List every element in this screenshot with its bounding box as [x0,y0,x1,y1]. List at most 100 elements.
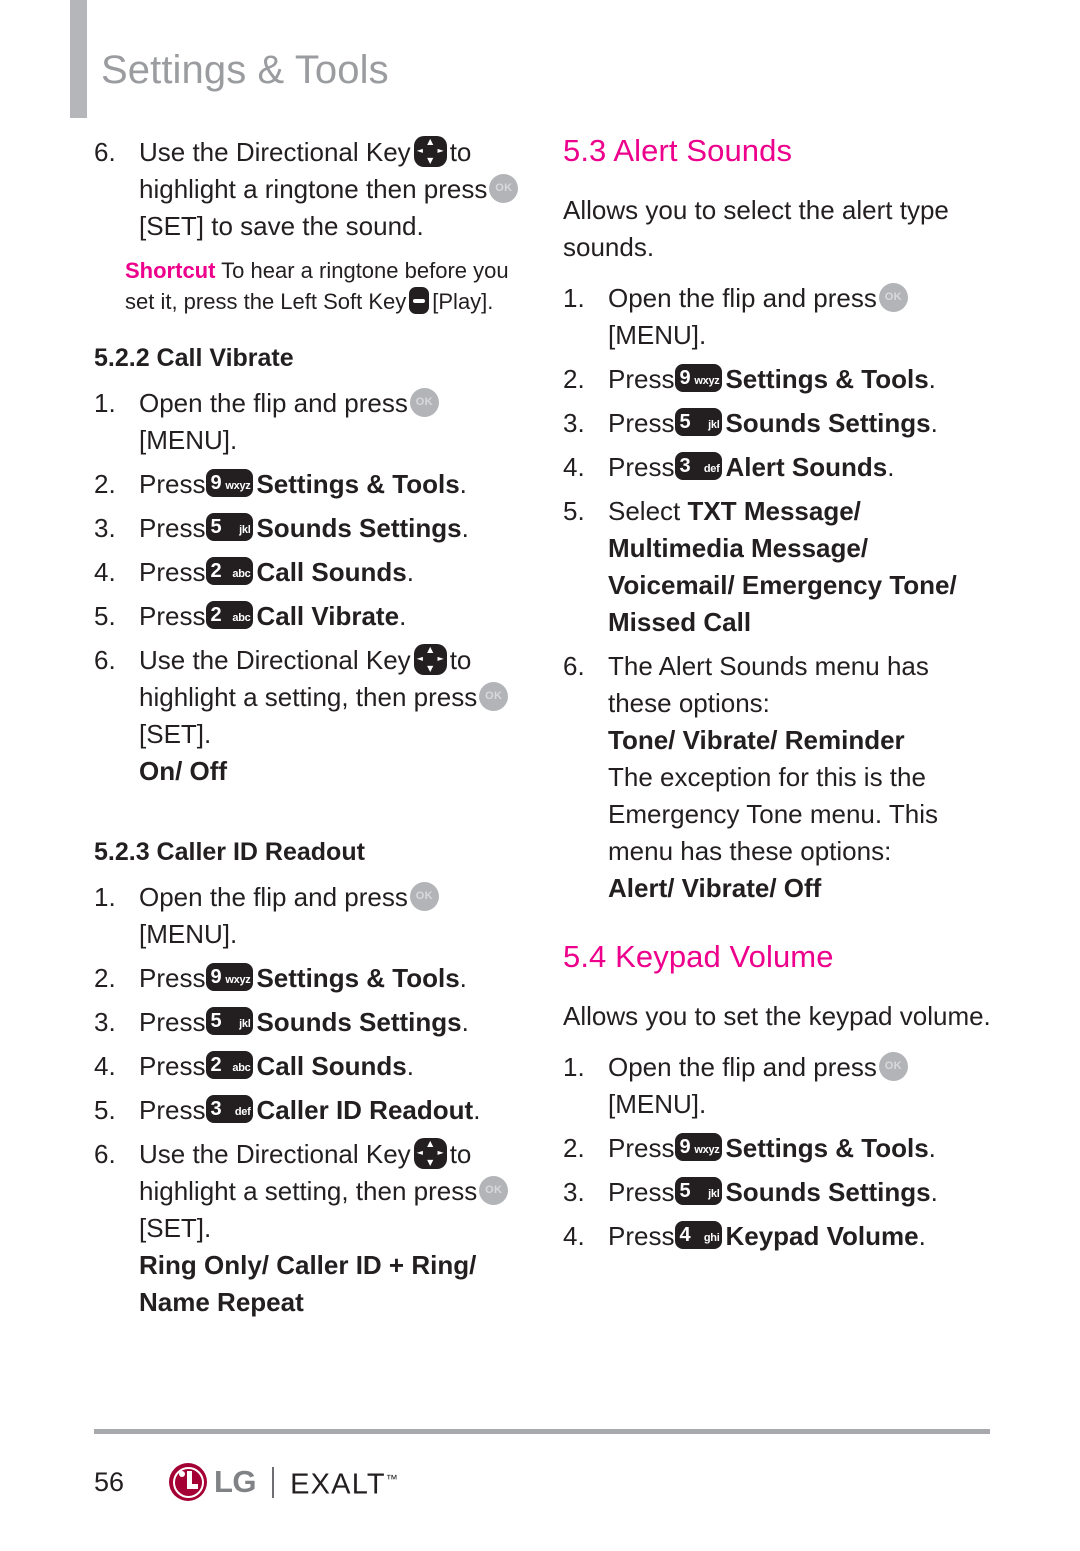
keypad-key-5-icon: 5 jkl [206,513,254,541]
step-text: Press [139,557,206,587]
step-text: Press [139,1007,206,1037]
step-text-2: The exception for this is the Emergency … [608,762,938,866]
option-values: On/ Off [139,756,228,786]
step-text: Open the flip and press [608,283,877,313]
list-item: 2. Press 9 wxyz Settings & Tools. [94,960,524,997]
page-title: Settings & Tools [101,48,389,92]
list-item: 6. Use the Directional Key ▲ ▼ ◄ ► to highlig… [94,1136,524,1321]
step-text-3: [SET]. [139,719,212,749]
trademark-symbol: ™ [385,1471,398,1486]
step-number: 3. [563,1177,585,1207]
step-text-2: [MENU]. [139,919,238,949]
list-item: 2. Press 9 wxyz Settings & Tools. [563,361,993,398]
keypad-key-3-icon: 3 def [206,1095,254,1123]
step-text: Press [139,513,206,543]
list-item: 4. Press 4 ghi Keypad Volume. [563,1218,993,1255]
step-number: 3. [94,1007,116,1037]
step-number: 4. [563,1221,585,1251]
menu-label: Sounds Settings [725,1177,931,1207]
page-number: 56 [94,1467,125,1497]
step-number: 1. [563,283,585,313]
step-text: The Alert Sounds menu has these options: [608,651,929,718]
shortcut-text-2: [Play]. [432,289,494,314]
list-item: 5. Press 3 def Caller ID Readout. [94,1092,524,1129]
menu-label: Call Sounds [256,1051,407,1081]
step-number: 4. [94,1051,116,1081]
list-item: 3. Press 5 jkl Sounds Settings. [94,510,524,547]
right-column: 5.3 Alert Sounds Allows you to select th… [563,134,993,1262]
step-number: 5. [563,496,585,526]
list-item: 1. Open the flip and press OK [MENU]. [94,385,524,459]
section-heading-522: 5.2.2 Call Vibrate [94,344,294,372]
ok-key-icon: OK [489,174,519,203]
list-item: 1. Open the flip and press OK [MENU]. [563,1049,993,1123]
keypad-key-3-icon: 3 def [675,452,723,480]
ok-key-icon: OK [878,283,908,312]
step-text: Open the flip and press [608,1052,877,1082]
step-number: 2. [94,963,116,993]
step-text: Open the flip and press [139,882,408,912]
menu-label: Call Sounds [256,557,407,587]
step-number: 3. [94,513,116,543]
directional-key-icon: ▲ ▼ ◄ ► [413,1138,447,1169]
step-text: Press [608,1177,675,1207]
step-number: 4. [563,452,585,482]
header-accent-bar [70,0,87,118]
list-item: 2. Press 9 wxyz Settings & Tools. [563,1130,993,1167]
ok-key-icon: OK [878,1052,908,1081]
page-header: Settings & Tools [0,0,1080,125]
list-item: 1. Open the flip and press OK [MENU]. [563,280,993,354]
list-item: 5. Select TXT Message/ Multimedia Messag… [563,493,993,641]
step-number: 6. [94,137,116,167]
list-item: 6. The Alert Sounds menu has these optio… [563,648,993,907]
step-text-2: [MENU]. [608,320,707,350]
step-number: 2. [563,1133,585,1163]
option-values-2: Alert/ Vibrate/ Off [608,873,822,903]
left-soft-key-icon [409,287,430,314]
step-number: 1. [94,388,116,418]
menu-label: Keypad Volume [725,1221,919,1251]
ok-key-icon: OK [409,882,439,911]
step-text: Press [139,469,206,499]
footer-content: 56 LG EXALT™ [94,1463,398,1501]
keypad-key-2-icon: 2 abc [206,1051,254,1079]
step-text: Press [608,408,675,438]
ok-key-label: OK [495,182,513,194]
left-column: 6. Use the Directional Key ▲ ▼ ◄ ► to highlig… [94,134,524,1328]
keypad-key-9-icon: 9 wxyz [206,963,254,991]
step-number: 2. [94,469,116,499]
lg-logo-icon [169,1463,207,1501]
section-intro-54: Allows you to set the keypad volume. [563,1001,991,1031]
keypad-key-5-icon: 5 jkl [206,1007,254,1035]
shortcut-tag: Shortcut [125,258,216,283]
list-item: 3. Press 5 jkl Sounds Settings. [94,1004,524,1041]
step-number: 2. [563,364,585,394]
menu-label: Sounds Settings [256,513,462,543]
option-values-1: Tone/ Vibrate/ Reminder [608,725,905,755]
menu-label: Alert Sounds [725,452,888,482]
shortcut-note: Shortcut To hear a ringtone before you s… [125,255,525,317]
keypad-key-2-icon: 2 abc [206,601,254,629]
list-item: 2. Press 9 wxyz Settings & Tools. [94,466,524,503]
keypad-key-9-icon: 9 wxyz [206,469,254,497]
step-text: Select [608,496,681,526]
step-number: 5. [94,1095,116,1125]
step-text: Press [608,364,675,394]
list-item: 4. Press 2 abc Call Sounds. [94,554,524,591]
menu-label: Settings & Tools [256,469,460,499]
section-heading-53: 5.3 Alert Sounds [563,133,793,168]
page-footer: 56 LG EXALT™ [0,1429,1080,1551]
section-intro-53: Allows you to select the alert type soun… [563,195,949,262]
step-number: 1. [94,882,116,912]
step-number: 1. [563,1052,585,1082]
menu-label: Settings & Tools [725,364,929,394]
step-text: Press [139,601,206,631]
ok-key-icon: OK [479,682,509,711]
step-text: Use the Directional Key [139,137,411,167]
list-item: 3. Press 5 jkl Sounds Settings. [563,1174,993,1211]
menu-label: Sounds Settings [725,408,931,438]
keypad-key-9-icon: 9 wxyz [675,1133,723,1161]
step-text-3: [SET]. [139,1213,212,1243]
list-item: 5. Press 2 abc Call Vibrate. [94,598,524,635]
menu-label: Call Vibrate [256,601,400,631]
